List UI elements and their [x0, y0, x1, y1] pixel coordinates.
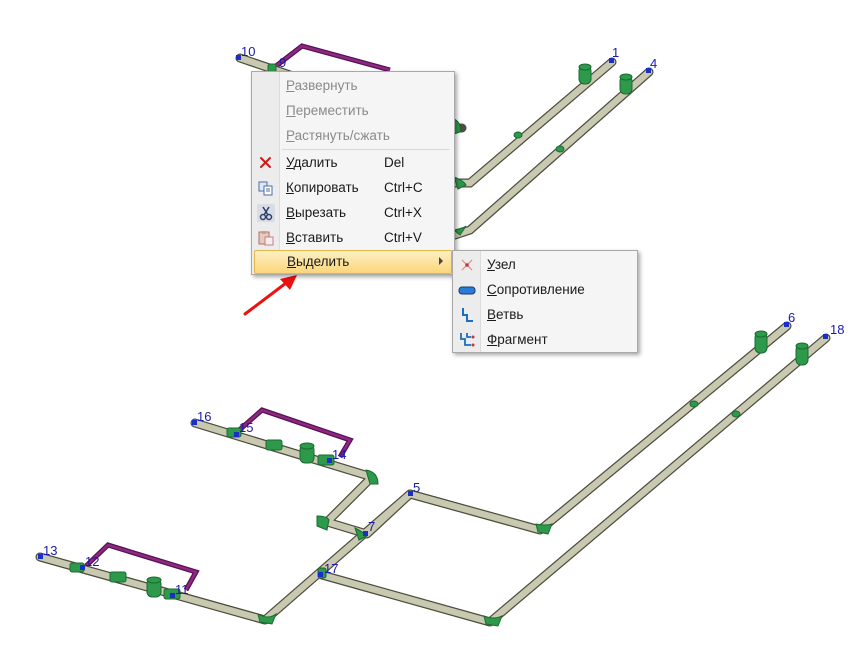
menu-item-move[interactable]: Переместить	[254, 99, 452, 123]
bypass-loops[interactable]	[84, 407, 354, 592]
cut-scissors-icon	[257, 204, 275, 222]
menu-separator	[282, 149, 450, 150]
submenu-item-label: Узел	[487, 257, 516, 272]
submenu-item-node[interactable]: Узел	[455, 253, 635, 277]
node-label-13: 13	[43, 543, 57, 558]
node-label-16: 16	[197, 409, 211, 424]
node-label-5: 5	[413, 480, 420, 495]
node-label-6: 6	[788, 310, 795, 325]
menu-item-paste[interactable]: Вставить Ctrl+V	[254, 226, 452, 250]
menu-item-stretch[interactable]: Растянуть/сжать	[254, 124, 452, 148]
submenu-item-fragment[interactable]: Фрагмент	[455, 328, 635, 352]
node-label-11: 11	[175, 582, 189, 597]
menu-item-copy[interactable]: Копировать Ctrl+C	[254, 176, 452, 200]
branch-icon	[458, 306, 476, 324]
node-markers-bottom	[38, 322, 828, 598]
menu-item-select[interactable]: Выделить	[254, 250, 452, 274]
menu-item-shortcut: Ctrl+V	[384, 230, 422, 245]
menu-item-expand[interactable]: Развернуть	[254, 74, 452, 98]
submenu-item-label: Ветвь	[487, 307, 524, 322]
menu-item-cut[interactable]: Вырезать Ctrl+X	[254, 201, 452, 225]
menu-item-label: Копировать	[286, 180, 359, 195]
menu-item-label: Растянуть/сжать	[286, 128, 390, 143]
menu-item-shortcut: Del	[384, 155, 405, 170]
submenu-item-resistance[interactable]: Сопротивление	[455, 278, 635, 302]
menu-item-label: Переместить	[286, 103, 369, 118]
node-label-7: 7	[368, 519, 375, 534]
menu-item-label: Развернуть	[286, 78, 358, 93]
node-label-9: 9	[279, 55, 286, 70]
menu-item-label: Вырезать	[286, 205, 347, 220]
menu-item-label: Удалить	[286, 155, 338, 170]
node-label-4: 4	[650, 56, 657, 71]
submenu-item-branch[interactable]: Ветвь	[455, 303, 635, 327]
node-label-17: 17	[324, 561, 338, 576]
node-label-1: 1	[612, 45, 619, 60]
menu-item-delete[interactable]: Удалить Del	[254, 151, 452, 175]
node-label-18: 18	[830, 322, 844, 337]
submenu-arrow-icon	[439, 257, 443, 265]
bottom-network[interactable]: 6 18 16 15 14 5 7 17 13 12 11	[35, 310, 844, 627]
submenu-item-label: Сопротивление	[487, 282, 585, 297]
menu-item-label: Вставить	[286, 230, 344, 245]
node-icon	[458, 256, 476, 274]
menu-item-label: Выделить	[287, 254, 350, 269]
paste-icon	[257, 229, 275, 247]
node-label-10: 10	[241, 44, 255, 59]
submenu-item-label: Фрагмент	[487, 332, 548, 347]
menu-item-shortcut: Ctrl+C	[384, 180, 423, 195]
delete-x-icon	[257, 154, 275, 172]
context-menu[interactable]: Развернуть Переместить Растянуть/сжать У…	[251, 71, 455, 275]
pointer-arrow	[243, 275, 297, 316]
node-label-12: 12	[85, 554, 99, 569]
resistance-icon	[458, 281, 476, 299]
copy-icon	[257, 179, 275, 197]
node-label-14: 14	[332, 447, 346, 462]
select-submenu[interactable]: Узел Сопротивление Ветвь Фрагмент	[452, 250, 638, 353]
menu-item-shortcut: Ctrl+X	[384, 205, 422, 220]
node-label-15: 15	[239, 420, 253, 435]
fragment-icon	[458, 331, 476, 349]
